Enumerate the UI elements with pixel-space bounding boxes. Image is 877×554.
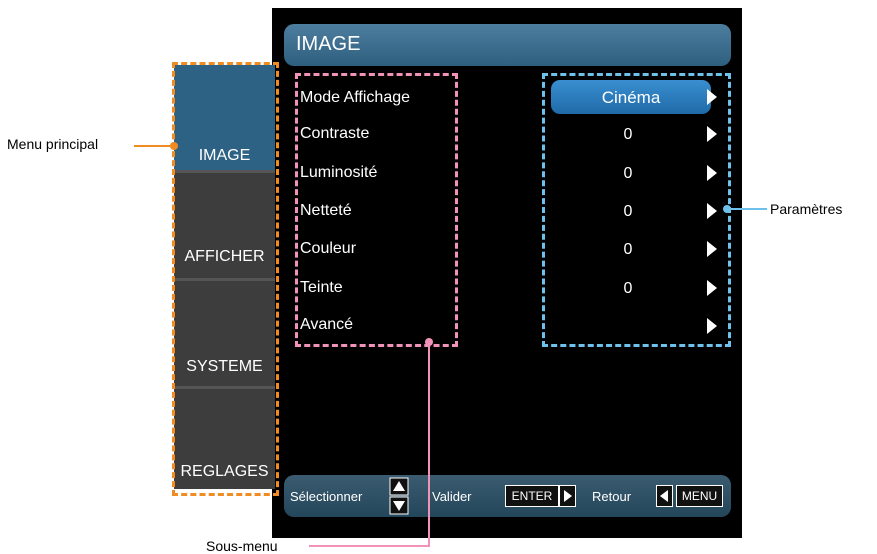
main-menu-highlight-frame bbox=[172, 62, 279, 496]
page-title: IMAGE bbox=[296, 33, 361, 55]
main-menu-leader-line bbox=[134, 145, 174, 147]
return-hint-label: Retour bbox=[592, 489, 632, 504]
parameters-annotation: Paramètres bbox=[770, 201, 843, 217]
main-menu-leader-dot bbox=[170, 142, 178, 150]
up-down-arrow-icon bbox=[389, 477, 409, 515]
parameters-leader-dot bbox=[723, 205, 731, 213]
menu-key: MENU bbox=[676, 485, 723, 507]
main-menu-annotation: Menu principal bbox=[7, 136, 99, 152]
select-hint-label: Sélectionner bbox=[290, 489, 363, 504]
submenu-annotation: Sous-menu bbox=[206, 538, 278, 554]
parameters-leader-line bbox=[727, 208, 767, 210]
right-arrow-icon bbox=[559, 485, 576, 507]
enter-key: ENTER bbox=[505, 485, 559, 507]
parameters-highlight-frame bbox=[542, 73, 731, 347]
left-arrow-icon bbox=[656, 485, 673, 507]
submenu-leader-line-v bbox=[428, 342, 430, 547]
submenu-leader-line-h bbox=[309, 545, 430, 547]
submenu-highlight-frame bbox=[295, 73, 458, 347]
submenu-leader-dot bbox=[425, 338, 433, 346]
validate-hint-label: Valider bbox=[432, 489, 472, 504]
